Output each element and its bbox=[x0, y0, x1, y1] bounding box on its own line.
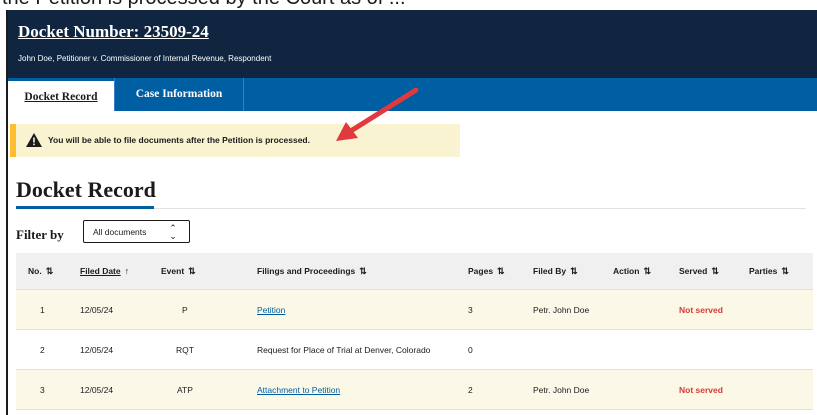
case-caption: John Doe, Petitioner v. Commissioner of … bbox=[18, 54, 272, 63]
cell-filed-date: 12/05/24 bbox=[80, 385, 114, 395]
docket-record-heading: Docket Record bbox=[16, 177, 156, 202]
filter-select-value: All documents bbox=[93, 227, 147, 237]
filter-by-label: Filter by bbox=[16, 227, 64, 242]
heading-underline-accent bbox=[16, 206, 154, 209]
cell-filed-date: 12/05/24 bbox=[80, 305, 114, 315]
alert-message: You will be able to file documents after… bbox=[48, 135, 310, 145]
sort-icon: ⇅ bbox=[359, 266, 367, 276]
tab-docket-record[interactable]: Docket Record bbox=[8, 78, 114, 111]
column-header-no[interactable]: No. ⇅ bbox=[28, 266, 53, 277]
table-header-row: No. ⇅ Filed Date ↑ Event ⇅ Filings and Proc… bbox=[16, 253, 813, 290]
column-header-filed-date[interactable]: Filed Date ↑ bbox=[80, 266, 129, 276]
cell-filing: Request for Place of Trial at Denver, Co… bbox=[257, 345, 431, 355]
column-header-action[interactable]: Action ⇅ bbox=[613, 266, 651, 277]
column-header-filings[interactable]: Filings and Proceedings ⇅ bbox=[257, 266, 367, 277]
cropped-top-text-content: the Petition is processed by the Court a… bbox=[2, 0, 406, 10]
table-row: 3 12/05/24 ATP Attachment to Petition 2 … bbox=[16, 370, 813, 410]
tab-docket-record-label: Docket Record bbox=[24, 91, 98, 103]
filing-link[interactable]: Petition bbox=[257, 305, 285, 315]
warning-icon bbox=[26, 133, 42, 147]
sort-icon: ⇅ bbox=[497, 266, 505, 276]
cell-no: 1 bbox=[40, 305, 45, 315]
sort-icon: ⇅ bbox=[188, 266, 196, 276]
annotation-arrow-icon bbox=[336, 87, 419, 141]
cropped-top-text: the Petition is processed by the Court a… bbox=[0, 0, 817, 10]
sort-icon: ⇅ bbox=[643, 266, 651, 276]
cell-pages: 2 bbox=[468, 385, 473, 395]
tab-case-information[interactable]: Case Information bbox=[114, 78, 244, 111]
cell-event: RQT bbox=[176, 345, 194, 355]
sort-icon: ⇅ bbox=[711, 266, 719, 276]
cell-event: P bbox=[182, 305, 188, 315]
document-filter-select[interactable]: All documents ⌃ ⌄ bbox=[83, 220, 190, 243]
column-header-pages[interactable]: Pages ⇅ bbox=[468, 266, 505, 277]
table-row: 1 12/05/24 P Petition 3 Petr. John Doe N… bbox=[16, 290, 813, 330]
tab-case-information-label: Case Information bbox=[135, 88, 223, 100]
cell-filed-date: 12/05/24 bbox=[80, 345, 114, 355]
cell-pages: 3 bbox=[468, 305, 473, 315]
cell-served-status: Not served bbox=[679, 385, 723, 395]
column-header-event[interactable]: Event ⇅ bbox=[161, 266, 196, 277]
column-header-served[interactable]: Served ⇅ bbox=[679, 266, 719, 277]
docket-number-title: Docket Number: 23509-24 bbox=[18, 22, 209, 41]
sort-icon: ⇅ bbox=[570, 266, 578, 276]
column-header-parties[interactable]: Parties ⇅ bbox=[749, 266, 789, 277]
cell-filed-by: Petr. John Doe bbox=[533, 385, 590, 395]
cell-event: ATP bbox=[177, 385, 193, 395]
column-header-filed-by[interactable]: Filed By ⇅ bbox=[533, 266, 578, 277]
sort-icon: ⇅ bbox=[45, 266, 54, 276]
select-updown-icon: ⌃ ⌄ bbox=[169, 223, 177, 241]
table-row: 2 12/05/24 RQT Request for Place of Tria… bbox=[16, 330, 813, 370]
filing-link[interactable]: Attachment to Petition bbox=[257, 385, 340, 395]
sort-ascending-icon: ↑ bbox=[124, 266, 130, 276]
sort-icon: ⇅ bbox=[781, 266, 789, 276]
case-header: Docket Number: 23509-24 John Doe, Petiti… bbox=[8, 10, 817, 78]
cell-no: 3 bbox=[40, 385, 45, 395]
cell-filed-by: Petr. John Doe bbox=[533, 305, 590, 315]
cell-served-status: Not served bbox=[679, 305, 723, 315]
cell-no: 2 bbox=[40, 345, 45, 355]
cell-pages: 0 bbox=[468, 345, 473, 355]
